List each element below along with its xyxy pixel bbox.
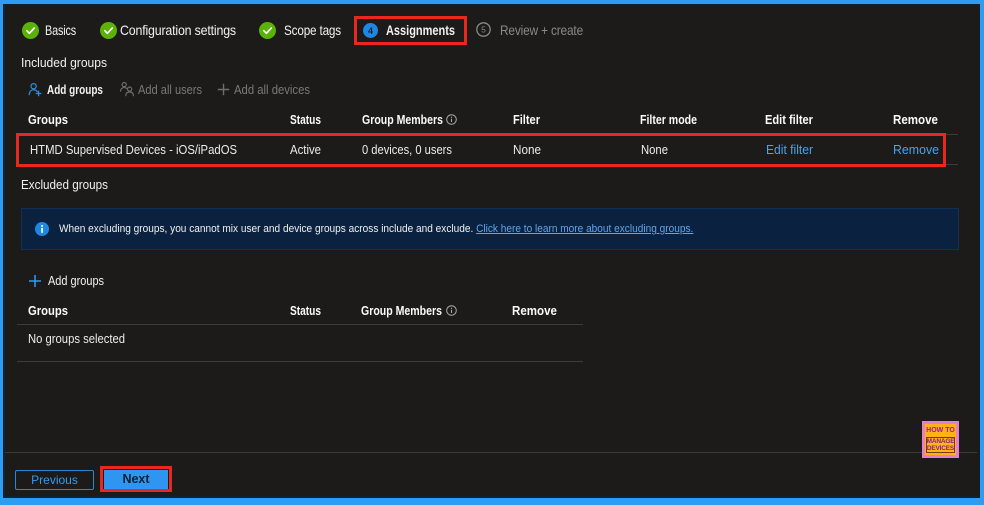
- svg-text:5: 5: [481, 25, 486, 35]
- svg-text:4: 4: [368, 26, 373, 36]
